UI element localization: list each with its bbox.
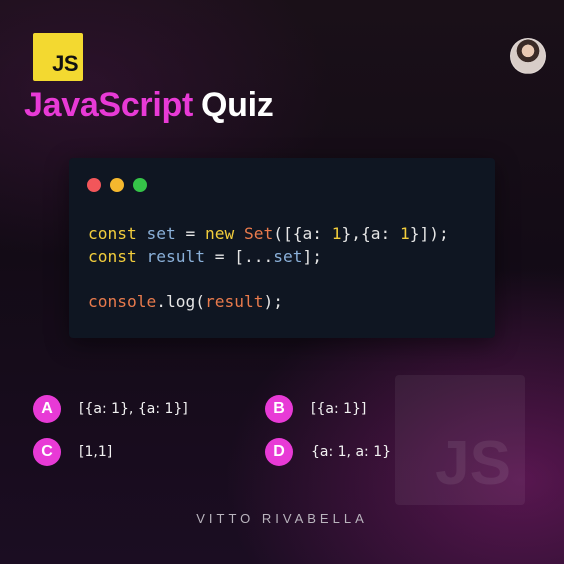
code-token: const [88,247,137,266]
code-token: },{a: [341,224,400,243]
author-avatar-icon [510,38,546,74]
js-watermark-text: JS [435,429,511,498]
code-token: 1 [331,224,342,243]
code-token: set [146,224,176,243]
page-title: JavaScript Quiz [24,86,274,125]
option-d-badge: D [265,438,293,466]
code-token: }]); [409,224,449,243]
js-watermark: JS [395,375,525,505]
window-maximize-dot-icon [133,178,147,192]
option-b[interactable]: B [{a: 1}] [265,395,366,423]
code-token: set [273,247,303,266]
title-quiz: Quiz [201,86,274,124]
code-token: new [204,224,235,243]
code-line: console.log(result); [88,290,449,313]
option-d[interactable]: D {a: 1, a: 1} [265,438,391,466]
code-token: 1 [399,224,410,243]
window-minimize-dot-icon [110,178,124,192]
code-token: Set [243,224,274,243]
option-c-text: [1,1] [79,444,113,460]
code-window: const set = new Set([{a: 1},{a: 1}]); con… [69,158,495,338]
option-c[interactable]: C [1,1] [33,438,112,466]
code-token: ); [263,292,283,311]
code-token: .log( [156,292,205,311]
code-token: const [88,224,137,243]
code-token: result [204,292,264,311]
option-a[interactable]: A [{a: 1}, {a: 1}] [33,395,188,423]
option-c-badge: C [33,438,61,466]
code-token: result [146,247,205,266]
title-javascript: JavaScript [24,86,193,124]
code-line: const set = new Set([{a: 1},{a: 1}]); [88,222,449,245]
js-logo-text: JS [52,51,78,76]
js-logo: JS [33,33,83,81]
option-a-text: [{a: 1}, {a: 1}] [79,401,188,417]
option-d-text: {a: 1, a: 1} [311,444,392,460]
code-block: const set = new Set([{a: 1},{a: 1}]); con… [88,222,449,313]
option-b-badge: B [265,395,293,423]
code-token: = [175,224,205,243]
code-line: const result = [...set]; [88,245,449,268]
option-b-text: [{a: 1}] [311,401,367,417]
code-token: ]; [302,247,322,266]
window-close-dot-icon [87,178,101,192]
option-a-badge: A [33,395,61,423]
code-token: ([{a: [273,224,332,243]
code-token: console [88,292,157,311]
author-footer: VITTO RIVABELLA [196,511,368,526]
code-token: = [... [204,247,274,266]
